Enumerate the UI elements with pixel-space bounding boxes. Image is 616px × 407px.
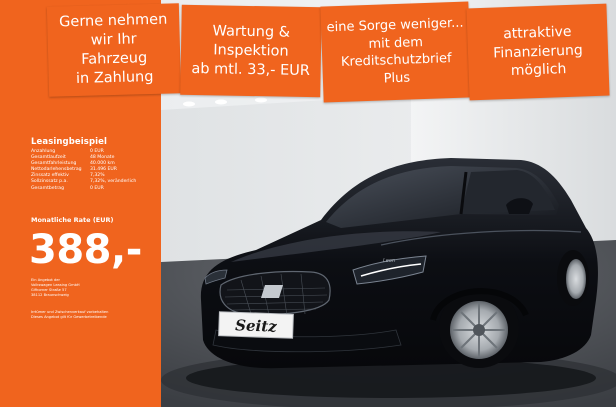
term-label: Gesamtbetrag [31, 185, 65, 191]
term-row: Gesamtbetrag 0 EUR [31, 186, 136, 192]
leasing-terms: Anzahlung 0 EUR Gesamtlaufzeit 48 Monate… [31, 149, 136, 192]
tag-financing: attraktive Finanzierung möglich [466, 3, 610, 101]
tag-line: Fahrzeug [81, 50, 148, 68]
license-plate-text: Seitz [235, 316, 278, 335]
provider-info: Ein Angebot der Volkswagen Leasing GmbH … [31, 278, 141, 298]
tag-line: Kreditschutzbrief [340, 51, 452, 70]
tag-line: Finanzierung [492, 42, 583, 62]
disclaimer-line: Dieses Angebot gilt für Gewerbetreibende [31, 315, 107, 319]
rear-wheel-rim [566, 259, 586, 299]
tag-line: Inspektion [213, 41, 289, 60]
tag-line: Wartung & [212, 22, 291, 41]
model-badge: Leon [383, 258, 395, 264]
tag-line: ab mtl. 33,- EUR [191, 60, 311, 79]
provider-line: 38112 Braunschweig [31, 293, 69, 297]
advertisement: Seitz Leon Leasingbeispiel Anzahlung 0 E… [0, 0, 616, 407]
monthly-price: 388,- [29, 227, 142, 273]
disclaimer: Irrtümer und Zwischenverkauf vorbehalten… [31, 310, 141, 320]
tag-credit-protection: eine Sorge weniger... mit dem Kreditschu… [320, 1, 472, 103]
tag-line: attraktive [502, 24, 572, 43]
leasing-title: Leasingbeispiel [31, 137, 108, 147]
tag-line: möglich [510, 61, 567, 80]
tag-line: wir Ihr [90, 31, 137, 49]
monthly-rate-label: Monatliche Rate (EUR) [31, 216, 114, 224]
tag-line: in Zahlung [75, 68, 154, 88]
tag-line: Gerne nehmen [58, 11, 168, 31]
tag-trade-in: Gerne nehmen wir Ihr Fahrzeug in Zahlung [46, 3, 182, 97]
term-value: 0 EUR [90, 185, 104, 191]
tag-maintenance: Wartung & Inspektion ab mtl. 33,- EUR [180, 4, 322, 98]
tag-line: Plus [383, 70, 411, 86]
tag-line: mit dem [368, 34, 424, 52]
